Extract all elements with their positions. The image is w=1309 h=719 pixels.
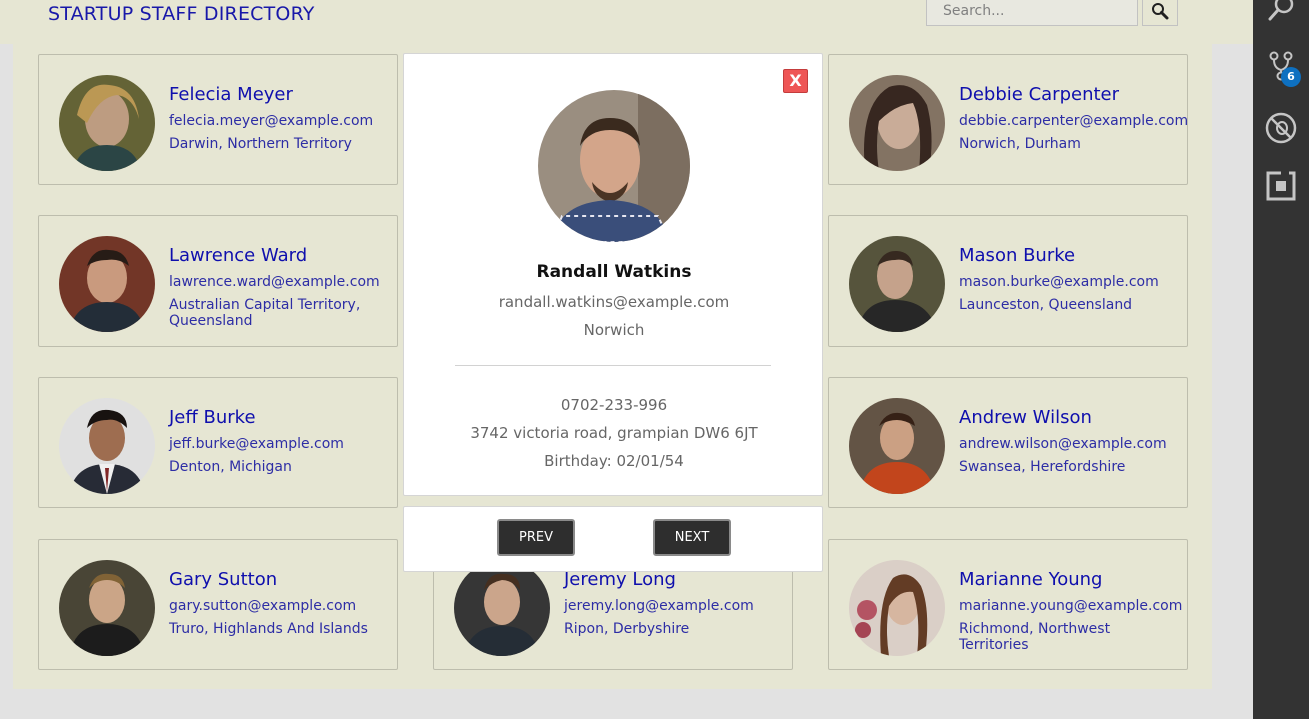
modal-phone: 0702-233-996	[560, 396, 668, 414]
next-button[interactable]: NEXT	[653, 519, 731, 556]
prev-button[interactable]: PREV	[497, 519, 575, 556]
extensions-icon[interactable]	[1265, 170, 1297, 202]
modal-city: Norwich	[583, 321, 645, 339]
debug-icon[interactable]	[1265, 112, 1297, 144]
activity-bar	[1253, 0, 1309, 719]
source-control-badge: 6	[1281, 67, 1301, 87]
modal-name: Randall Watkins	[536, 262, 692, 282]
modal-birthday: Birthday: 02/01/54	[544, 452, 684, 470]
modal-email: randall.watkins@example.com	[498, 293, 730, 311]
modal-avatar	[538, 90, 690, 242]
divider	[455, 365, 771, 366]
modal-address: 3742 victoria road, grampian DW6 6JT	[470, 424, 758, 442]
search-icon[interactable]	[1265, 0, 1297, 24]
page: STARTUP STAFF DIRECTORY Felecia Meyer fe…	[0, 0, 1253, 719]
close-button[interactable]: X	[783, 69, 808, 93]
modal-navigation: PREV NEXT	[403, 506, 823, 572]
employee-modal: X Randall Watkins randall.watkins@exampl…	[403, 53, 823, 496]
